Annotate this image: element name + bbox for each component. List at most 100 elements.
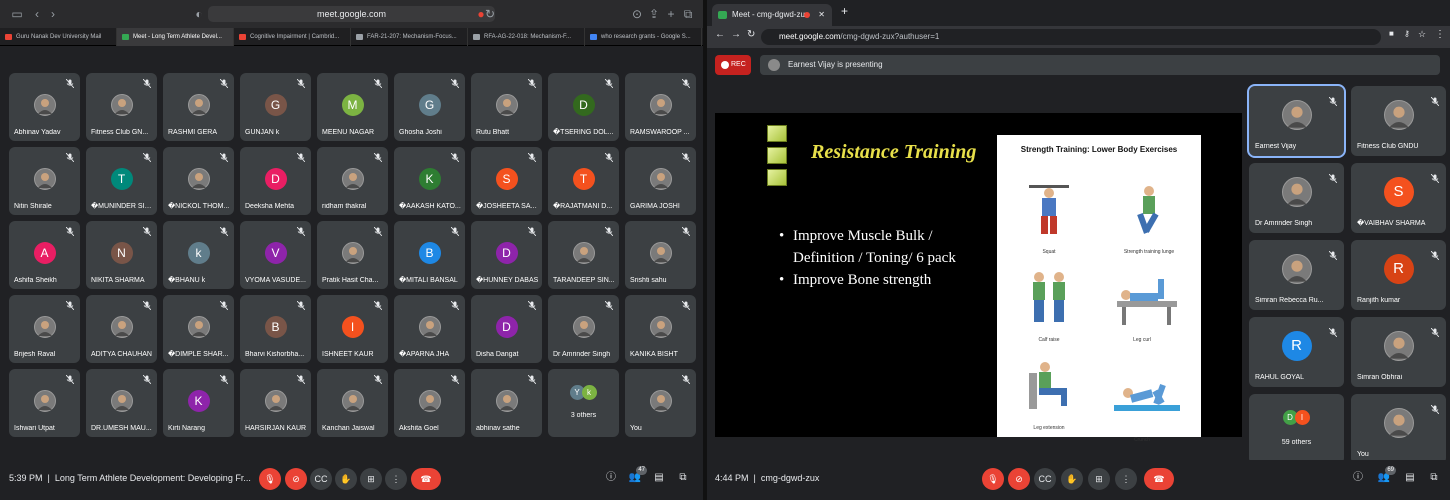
participant-tile[interactable]: k �BHANU k [163, 221, 234, 289]
browser-tab[interactable]: Cognitive Impairment | Cambrid... [234, 28, 351, 46]
camera-in-use-icon[interactable]: ■ [1389, 29, 1394, 38]
participant-tile[interactable]: Rutu Bhatt [471, 73, 542, 141]
chat-button[interactable]: ▤ [1401, 469, 1419, 487]
info-button[interactable]: ⓘ [1349, 469, 1367, 487]
captions-button[interactable]: CC [310, 468, 332, 490]
participant-tile[interactable]: You [625, 369, 696, 437]
back-icon[interactable]: ← [715, 29, 725, 40]
participant-tile[interactable]: You [1351, 394, 1446, 464]
participant-tile[interactable]: TARANDEEP SIN... [548, 221, 619, 289]
address-bar[interactable]: meet.google.com/cmg-dgwd-zux?authuser=1 [761, 29, 1381, 45]
participant-tile[interactable]: S �JOSHEETA SAT... [471, 147, 542, 215]
participant-tile[interactable]: I ISHNEET KAUR [317, 295, 388, 363]
back-icon[interactable]: ‹ [30, 7, 44, 21]
participant-tile[interactable]: Brijesh Raval [9, 295, 80, 363]
share-icon[interactable]: ⇪ [647, 7, 661, 21]
sidebar-icon[interactable]: ▭ [10, 7, 24, 21]
people-button[interactable]: 👥 69 [1375, 466, 1396, 487]
browser-tab[interactable]: FAR-21-207: Mechanism-Focus... [351, 28, 468, 46]
participant-tile[interactable]: N NIKITA SHARMA [86, 221, 157, 289]
participant-tile[interactable]: HARSIRJAN KAUR [240, 369, 311, 437]
participant-tile[interactable]: Yk 3 others [548, 369, 619, 437]
reload-icon[interactable]: ↻ [747, 29, 755, 40]
participant-tile[interactable]: Ishwari Utpat [9, 369, 80, 437]
download-icon[interactable]: ⊙ [630, 7, 644, 21]
participant-tile[interactable]: T �MUNINDER SIN... [86, 147, 157, 215]
key-icon[interactable]: ⚷ [1404, 29, 1410, 38]
participant-tile[interactable]: A Ashifa Sheikh [9, 221, 80, 289]
participant-tile[interactable]: T �RAJATMANI D... [548, 147, 619, 215]
participant-tile[interactable]: K Kirti Narang [163, 369, 234, 437]
camera-off-button[interactable]: ⊘ [285, 468, 307, 490]
tab-meet[interactable]: Meet - cmg-dgwd-zux ✕ [712, 4, 832, 26]
browser-tab[interactable]: RFA-AG-22-018: Mechanism-F... [468, 28, 585, 46]
participant-tile[interactable]: Fitness Club GNDU [1351, 86, 1446, 156]
participant-tile[interactable]: D I 59 others [1249, 394, 1344, 464]
activities-button[interactable]: ⧉ [1425, 469, 1443, 487]
participant-tile[interactable]: ridham thakral [317, 147, 388, 215]
recording-indicator[interactable]: REC [715, 55, 751, 75]
tab-overview-icon[interactable]: ⧉ [681, 7, 695, 21]
participant-tile[interactable]: B �MITALI BANSAL [394, 221, 465, 289]
participant-tile[interactable]: DR.UMESH MAU... [86, 369, 157, 437]
bookmark-star-icon[interactable]: ☆ [1418, 29, 1426, 40]
participant-tile[interactable]: Earnest Vijay [1247, 84, 1346, 158]
participant-tile[interactable]: �NICKOL THOM... [163, 147, 234, 215]
captions-button[interactable]: CC [1034, 468, 1056, 490]
leave-call-button[interactable]: ☎ [1144, 468, 1174, 490]
participant-tile[interactable]: Fitness Club GN... [86, 73, 157, 141]
browser-tab[interactable]: Meet - Long Term Athlete Devel... [117, 28, 234, 46]
camera-off-button[interactable]: ⊘ [1008, 468, 1030, 490]
participant-tile[interactable]: RAMSWAROOP ... [625, 73, 696, 141]
new-tab-icon[interactable]: + [841, 4, 848, 18]
participant-tile[interactable]: KANIKA BISHT [625, 295, 696, 363]
participant-tile[interactable]: Akshita Goel [394, 369, 465, 437]
activities-button[interactable]: ⧉ [674, 469, 692, 487]
participant-tile[interactable]: ADITYA CHAUHAN [86, 295, 157, 363]
participant-tile[interactable]: �DIMPLE SHAR... [163, 295, 234, 363]
chat-button[interactable]: ▤ [650, 469, 668, 487]
more-options-button[interactable]: ⋮ [385, 468, 407, 490]
participant-tile[interactable]: Kanchan Jaiswal [317, 369, 388, 437]
participant-tile[interactable]: Dr Amrinder Singh [548, 295, 619, 363]
forward-icon[interactable]: → [731, 29, 741, 40]
participant-tile[interactable]: Srishti sahu [625, 221, 696, 289]
participant-tile[interactable]: G Ghosha Joshi [394, 73, 465, 141]
participant-tile[interactable]: M MEENU NAGAR [317, 73, 388, 141]
participant-tile[interactable]: �APARNA JHA [394, 295, 465, 363]
participant-tile[interactable]: Dr Amrinder Singh [1249, 163, 1344, 233]
participant-tile[interactable]: K �AAKASH KATO... [394, 147, 465, 215]
participant-tile[interactable]: abhinav sathe [471, 369, 542, 437]
participant-tile[interactable]: Nitin Shirale [9, 147, 80, 215]
participant-tile[interactable]: D Disha Dangat [471, 295, 542, 363]
participant-tile[interactable]: R RAHUL GOYAL [1249, 317, 1344, 387]
present-button[interactable]: ⊞ [1088, 468, 1110, 490]
participant-tile[interactable]: GARIMA JOSHI [625, 147, 696, 215]
raise-hand-button[interactable]: ✋ [1061, 468, 1083, 490]
raise-hand-button[interactable]: ✋ [335, 468, 357, 490]
participant-tile[interactable]: S �VAIBHAV SHARMA [1351, 163, 1446, 233]
people-button[interactable]: 👥 47 [626, 466, 647, 487]
browser-tab[interactable]: who research grants - Google S... [585, 28, 702, 46]
participant-tile[interactable]: G GUNJAN k [240, 73, 311, 141]
mic-off-button[interactable]: 🎙 [259, 468, 281, 490]
participant-tile[interactable]: B Bharvi Kishorbha... [240, 295, 311, 363]
participant-tile[interactable]: D �TSERING DOL... [548, 73, 619, 141]
participant-tile[interactable]: Simran Obhrai [1351, 317, 1446, 387]
forward-icon[interactable]: › [46, 7, 60, 21]
participant-tile[interactable]: V VYOMA VASUDE... [240, 221, 311, 289]
participant-tile[interactable]: Abhinav Yadav [9, 73, 80, 141]
participant-tile[interactable]: D �HUNNEY DABAS [471, 221, 542, 289]
more-options-button[interactable]: ⋮ [1115, 468, 1137, 490]
new-tab-icon[interactable]: + [664, 7, 678, 21]
menu-icon[interactable]: ⋮ [1435, 29, 1445, 40]
mic-off-button[interactable]: 🎙 [982, 468, 1004, 490]
address-bar[interactable]: meet.google.com [208, 6, 495, 22]
present-button[interactable]: ⊞ [360, 468, 382, 490]
reload-icon[interactable]: ↻ [483, 7, 497, 21]
participant-tile[interactable]: Pratik Hasit Cha... [317, 221, 388, 289]
participant-tile[interactable]: D Deeksha Mehta [240, 147, 311, 215]
browser-tab[interactable]: Guru Nanak Dev University Mail [0, 28, 117, 46]
participant-tile[interactable]: Simran Rebecca Ru... [1249, 240, 1344, 310]
privacy-shield-icon[interactable]: ◐ [192, 7, 206, 21]
